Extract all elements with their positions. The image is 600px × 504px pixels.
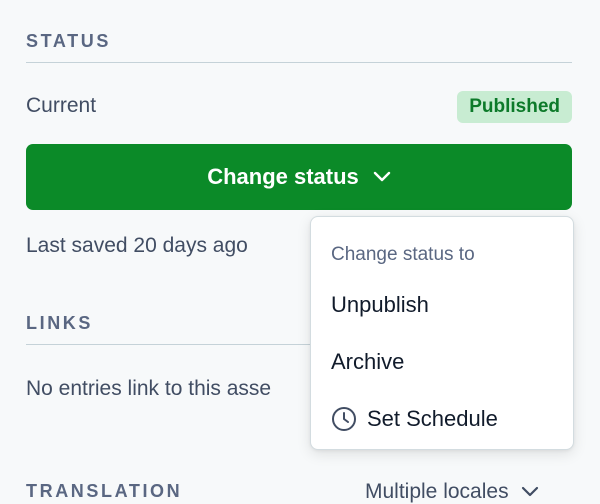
current-status-label: Current (26, 94, 97, 117)
status-divider (26, 62, 572, 63)
no-links-text: No entries link to this asse (26, 377, 272, 400)
menu-item-unpublish[interactable]: Unpublish (311, 281, 573, 329)
menu-item-archive[interactable]: Archive (311, 338, 573, 386)
menu-item-label: Set Schedule (367, 406, 498, 431)
links-section-title: LINKS (26, 313, 93, 333)
locales-label: Multiple locales (365, 480, 509, 503)
change-status-button[interactable]: Change status (26, 144, 572, 210)
chevron-down-icon (521, 486, 539, 498)
menu-item-set-schedule[interactable]: Set Schedule (311, 395, 573, 443)
menu-item-label: Archive (331, 349, 405, 374)
translation-section-title: TRANSLATION (26, 481, 183, 501)
status-badge: Published (457, 91, 572, 123)
last-saved-text: Last saved 20 days ago (26, 234, 248, 257)
locales-select[interactable]: Multiple locales (365, 480, 539, 504)
clock-icon (331, 406, 357, 432)
status-section-title: STATUS (26, 31, 111, 51)
change-status-label: Change status (207, 164, 359, 189)
change-status-menu: Change status to Unpublish Archive Set S… (310, 216, 574, 450)
menu-header: Change status to (331, 244, 475, 265)
menu-item-label: Unpublish (331, 292, 429, 317)
chevron-down-icon (373, 171, 391, 183)
